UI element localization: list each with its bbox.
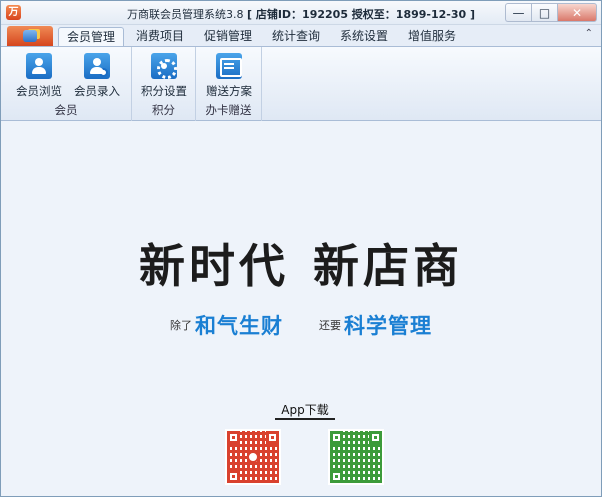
slogan-right: 新店商: [313, 239, 463, 293]
tab-member-management[interactable]: 会员管理: [58, 27, 124, 46]
title-app-name: 万商联会员管理系统3.8: [126, 8, 244, 21]
member-add-icon: [84, 53, 110, 79]
tab-value-added-services[interactable]: 增值服务: [401, 27, 463, 46]
gift-plan-icon: [216, 53, 242, 79]
window-controls: — □ ✕: [505, 3, 597, 22]
points-settings-button[interactable]: 积分设置: [138, 53, 190, 99]
tab-promotion-management[interactable]: 促销管理: [197, 27, 259, 46]
ribbon-group-points: 积分设置 积分: [132, 47, 196, 121]
group-label-points: 积分: [152, 103, 175, 117]
tab-consumption-items[interactable]: 消费项目: [129, 27, 191, 46]
member-browse-button[interactable]: 会员浏览: [13, 53, 65, 99]
member-add-button[interactable]: 会员录入: [71, 53, 123, 99]
app-download-label: App下载: [275, 403, 335, 420]
sub-prefix-1: 除了: [170, 319, 192, 332]
tab-system-settings[interactable]: 系统设置: [333, 27, 395, 46]
main-content: 新时代 新店商 除了 和气生财 还要 科学管理 App下载: [1, 122, 601, 496]
qr-code-left: [225, 429, 281, 485]
member-browse-icon: [26, 53, 52, 79]
close-button[interactable]: ✕: [557, 3, 597, 22]
minimize-button[interactable]: —: [505, 3, 531, 22]
qr-code-left-pattern: [227, 431, 279, 483]
slogan-left: 新时代: [139, 239, 289, 293]
qr-code-right-pattern: [330, 431, 382, 483]
app-menu-button[interactable]: [7, 26, 53, 46]
sub-slogan: 除了 和气生财 还要 科学管理: [1, 310, 601, 340]
group-label-member: 会员: [54, 103, 78, 117]
app-menu-icon: [23, 30, 37, 42]
points-settings-icon: [151, 53, 177, 79]
sub-highlight-2: 科学管理: [344, 314, 432, 338]
title-store-info: [ 店铺ID：192205 授权至：1899-12-30 ]: [246, 8, 476, 21]
ribbon-tab-bar: 会员管理 消费项目 促销管理 统计查询 系统设置 增值服务 ⌃: [1, 25, 601, 46]
title-bar: 万 万商联会员管理系统3.8 [ 店铺ID：192205 授权至：1899-12…: [1, 1, 601, 25]
member-browse-label: 会员浏览: [16, 84, 62, 98]
points-settings-label: 积分设置: [141, 84, 187, 98]
ribbon-panel: 会员浏览 会员录入 会员 积分设置 积分 赠送方案 办卡赠送: [1, 46, 601, 121]
ribbon-group-member: 会员浏览 会员录入 会员: [1, 47, 132, 121]
gift-plan-button[interactable]: 赠送方案: [203, 53, 255, 99]
member-add-label: 会员录入: [74, 84, 120, 98]
qr-code-right: [328, 429, 384, 485]
group-label-card-gift: 办卡赠送: [205, 103, 252, 117]
ribbon-group-card-gift: 赠送方案 办卡赠送: [196, 47, 262, 121]
sub-highlight-1: 和气生财: [195, 314, 283, 338]
maximize-button[interactable]: □: [531, 3, 557, 22]
collapse-ribbon-icon[interactable]: ⌃: [585, 28, 593, 39]
slogan: 新时代 新店商: [1, 230, 601, 296]
gift-plan-label: 赠送方案: [206, 84, 252, 98]
tab-statistics-query[interactable]: 统计查询: [265, 27, 327, 46]
sub-prefix-2: 还要: [319, 319, 341, 332]
app-window: 万 万商联会员管理系统3.8 [ 店铺ID：192205 授权至：1899-12…: [0, 0, 602, 497]
